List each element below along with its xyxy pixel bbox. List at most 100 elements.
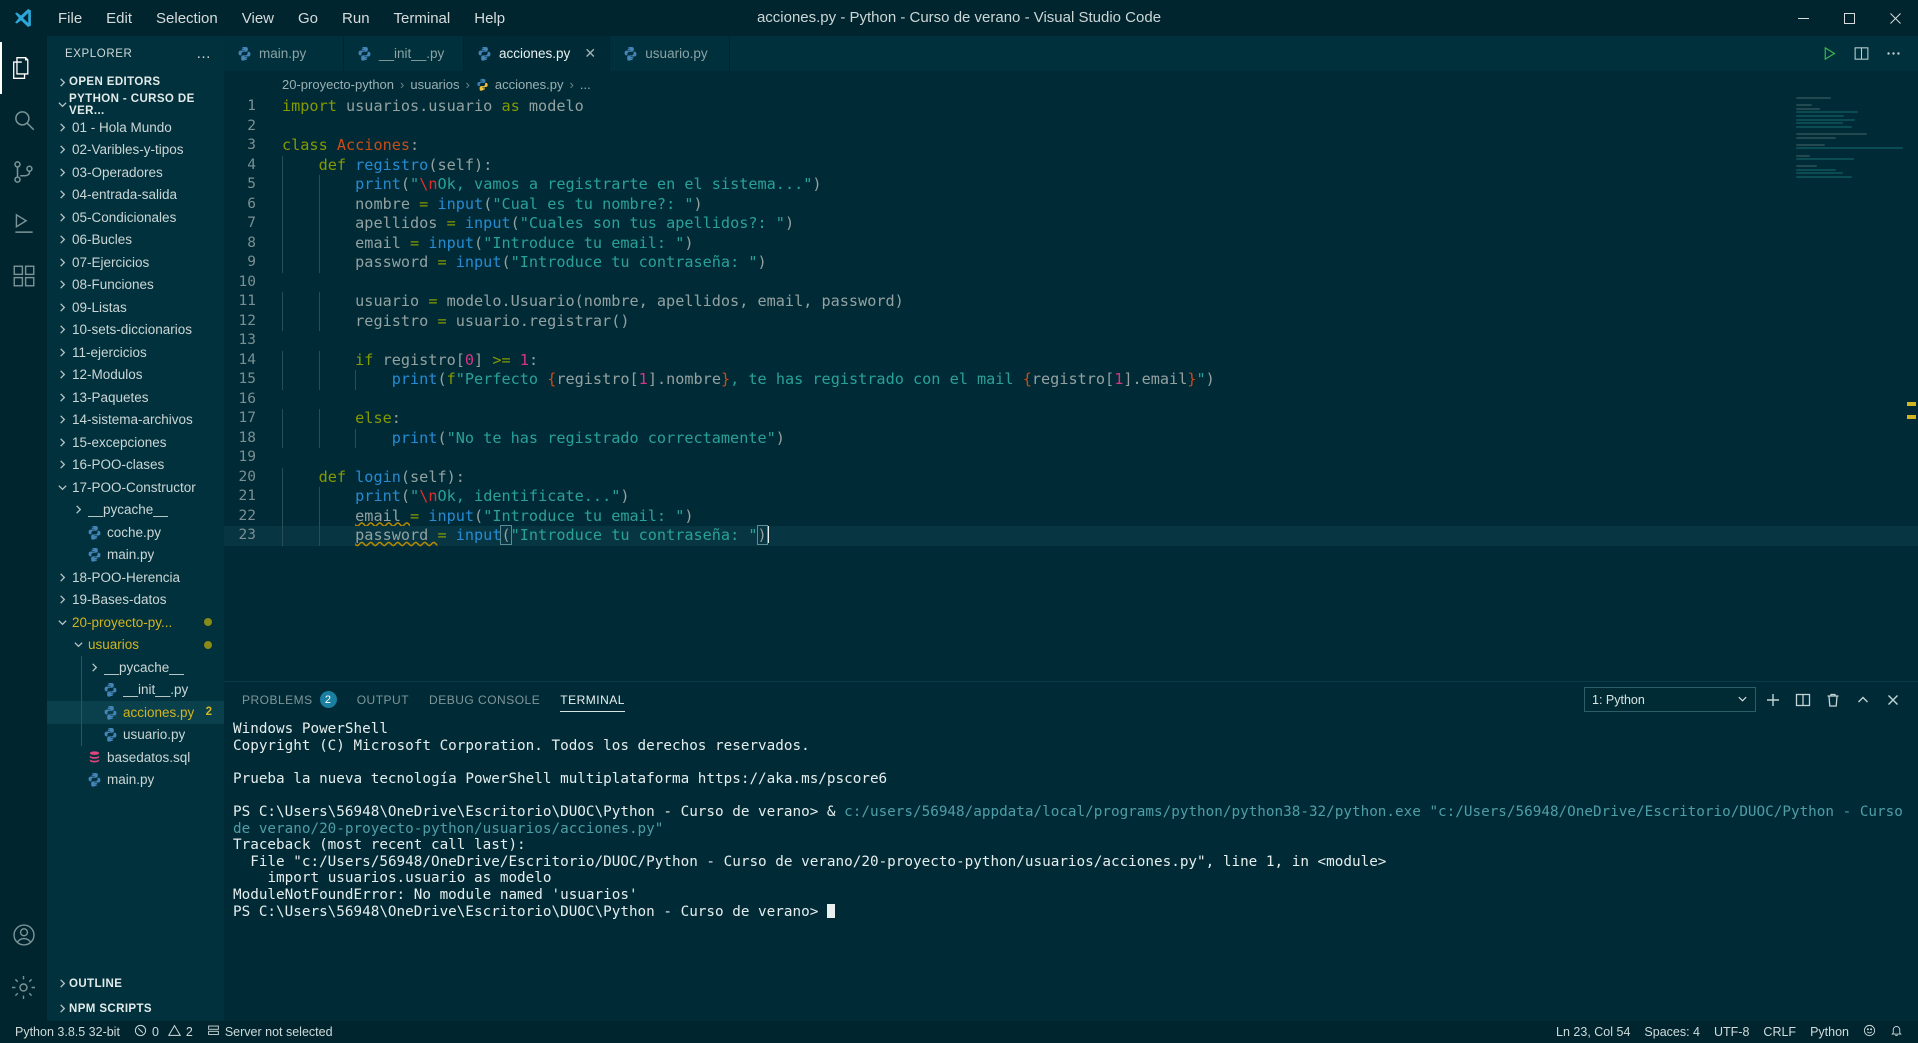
code-line[interactable]: 12 registro = usuario.registrar() xyxy=(224,311,1918,331)
tree-folder-__pycache__[interactable]: __pycache__ xyxy=(47,656,224,679)
menu-run[interactable]: Run xyxy=(330,6,382,31)
sidebar-section-outline[interactable]: OUTLINE xyxy=(47,971,224,996)
tab-acciones-py[interactable]: acciones.py ✕ xyxy=(464,36,611,71)
code-line[interactable]: 16 xyxy=(224,390,1918,410)
tree-folder-01---hola-mundo[interactable]: 01 - Hola Mundo xyxy=(47,116,224,139)
breadcrumb-item-file[interactable]: acciones.py xyxy=(495,77,564,92)
tree-file-usuario.py[interactable]: usuario.py xyxy=(47,723,224,746)
menu-terminal[interactable]: Terminal xyxy=(382,6,463,31)
code-line[interactable]: 18 print("No te has registrado correctam… xyxy=(224,428,1918,448)
activity-search-button[interactable] xyxy=(0,94,47,146)
tab-__init__-py[interactable]: __init__.py xyxy=(344,36,464,71)
activity-source-control-button[interactable] xyxy=(0,146,47,198)
menu-view[interactable]: View xyxy=(230,6,286,31)
tree-file-__init__.py[interactable]: __init__.py xyxy=(47,678,224,701)
code-line[interactable]: 23 password = input("Introduce tu contra… xyxy=(224,525,1918,546)
status-eol[interactable]: CRLF xyxy=(1756,1021,1803,1043)
code-line[interactable]: 14 if registro[0] >= 1: xyxy=(224,350,1918,370)
maximize-panel-button[interactable] xyxy=(1849,686,1876,713)
close-panel-button[interactable] xyxy=(1879,686,1906,713)
tab-usuario-py[interactable]: usuario.py xyxy=(610,36,731,71)
menu-file[interactable]: File xyxy=(46,6,94,31)
split-editor-button[interactable] xyxy=(1846,36,1876,71)
code-line[interactable]: 13 xyxy=(224,331,1918,351)
tree-folder-05-condicionales[interactable]: 05-Condicionales xyxy=(47,206,224,229)
code-line[interactable]: 5 print("\nOk, vamos a registrarte en el… xyxy=(224,175,1918,195)
status-language-mode[interactable]: Python xyxy=(1803,1021,1856,1043)
status-sql-server[interactable]: Server not selected xyxy=(200,1021,340,1043)
tree-file-acciones.py[interactable]: acciones.py 2 xyxy=(47,701,224,724)
code-line[interactable]: 21 print("\nOk, identificate...") xyxy=(224,487,1918,507)
tree-folder-19-bases-datos[interactable]: 19-Bases-datos xyxy=(47,589,224,612)
minimap[interactable] xyxy=(1794,97,1904,681)
breadcrumb[interactable]: 20-proyecto-python › usuarios › acciones… xyxy=(224,71,1918,97)
code-line[interactable]: 6 nombre = input("Cual es tu nombre?: ") xyxy=(224,194,1918,214)
tree-folder-11-ejercicios[interactable]: 11-ejercicios xyxy=(47,341,224,364)
tree-file-basedatos.sql[interactable]: basedatos.sql xyxy=(47,746,224,769)
sidebar-section-project-root[interactable]: PYTHON - CURSO DE VER... xyxy=(47,93,224,117)
code-line[interactable]: 1 import usuarios.usuario as modelo xyxy=(224,97,1918,117)
tree-folder-08-funciones[interactable]: 08-Funciones xyxy=(47,274,224,297)
status-cursor-position[interactable]: Ln 23, Col 54 xyxy=(1549,1021,1637,1043)
kill-terminal-button[interactable] xyxy=(1819,686,1846,713)
activity-accounts-button[interactable] xyxy=(0,909,47,961)
maximize-button[interactable] xyxy=(1826,0,1872,36)
tree-folder-06-bucles[interactable]: 06-Bucles xyxy=(47,229,224,252)
tree-folder-07-ejercicios[interactable]: 07-Ejercicios xyxy=(47,251,224,274)
tree-folder-09-listas[interactable]: 09-Listas xyxy=(47,296,224,319)
tree-folder-16-poo-clases[interactable]: 16-POO-clases xyxy=(47,454,224,477)
tree-file-main.py[interactable]: main.py xyxy=(47,544,224,567)
tree-folder-12-modulos[interactable]: 12-Modulos xyxy=(47,364,224,387)
status-encoding[interactable]: UTF-8 xyxy=(1707,1021,1756,1043)
split-terminal-button[interactable] xyxy=(1789,686,1816,713)
activity-settings-button[interactable] xyxy=(0,961,47,1013)
tab-close-icon[interactable]: ✕ xyxy=(583,45,597,62)
status-feedback[interactable] xyxy=(1856,1021,1883,1043)
code-line[interactable]: 11 usuario = modelo.Usuario(nombre, apel… xyxy=(224,292,1918,312)
status-notifications[interactable] xyxy=(1883,1021,1910,1043)
code-editor[interactable]: 1 import usuarios.usuario as modelo 2 3 clas… xyxy=(224,97,1918,681)
file-tree[interactable]: 01 - Hola Mundo 02-Varibles-y-tipos 03-Ope… xyxy=(47,116,224,791)
code-line[interactable]: 9 password = input("Introduce tu contras… xyxy=(224,253,1918,273)
tree-folder-18-poo-herencia[interactable]: 18-POO-Herencia xyxy=(47,566,224,589)
close-button[interactable] xyxy=(1872,0,1918,36)
sidebar-more-actions-button[interactable]: … xyxy=(196,45,212,62)
sidebar-tree[interactable]: OPEN EDITORS PYTHON - CURSO DE VER... 01… xyxy=(47,71,224,971)
tab-debug-console[interactable]: DEBUG CONSOLE xyxy=(419,682,550,717)
code-lines[interactable]: 1 import usuarios.usuario as modelo 2 3 clas… xyxy=(224,97,1918,681)
status-python-interpreter[interactable]: Python 3.8.5 32-bit xyxy=(8,1021,127,1043)
tree-folder-20-proyecto-py...[interactable]: 20-proyecto-py... xyxy=(47,611,224,634)
activity-extensions-button[interactable] xyxy=(0,250,47,302)
new-terminal-button[interactable] xyxy=(1759,686,1786,713)
menu-selection[interactable]: Selection xyxy=(144,6,230,31)
breadcrumb-item-symbol[interactable]: ... xyxy=(580,77,591,92)
code-line[interactable]: 7 apellidos = input("Cuales son tus apel… xyxy=(224,214,1918,234)
code-line[interactable]: 4 def registro(self): xyxy=(224,155,1918,175)
tree-folder-15-excepciones[interactable]: 15-excepciones xyxy=(47,431,224,454)
menu-edit[interactable]: Edit xyxy=(94,6,144,31)
status-errors-warnings[interactable]: 0 2 xyxy=(127,1021,200,1043)
code-line[interactable]: 10 xyxy=(224,273,1918,293)
sidebar-section-npm-scripts[interactable]: NPM SCRIPTS xyxy=(47,996,224,1021)
tree-folder-13-paquetes[interactable]: 13-Paquetes xyxy=(47,386,224,409)
code-line[interactable]: 2 xyxy=(224,117,1918,137)
tree-folder-17-poo-constructor[interactable]: 17-POO-Constructor xyxy=(47,476,224,499)
tree-folder-02-varibles-y-tipos[interactable]: 02-Varibles-y-tipos xyxy=(47,139,224,162)
editor-more-actions-button[interactable] xyxy=(1878,36,1908,71)
status-indentation[interactable]: Spaces: 4 xyxy=(1637,1021,1707,1043)
code-line[interactable]: 15 print(f"Perfecto {registro[1].nombre}… xyxy=(224,370,1918,390)
activity-run-debug-button[interactable] xyxy=(0,198,47,250)
breadcrumb-item-folder[interactable]: usuarios xyxy=(410,77,459,92)
code-line[interactable]: 17 else: xyxy=(224,409,1918,429)
tab-output[interactable]: OUTPUT xyxy=(347,682,419,717)
tree-folder-03-operadores[interactable]: 03-Operadores xyxy=(47,161,224,184)
tab-problems[interactable]: PROBLEMS 2 xyxy=(232,682,347,717)
tree-file-coche.py[interactable]: coche.py xyxy=(47,521,224,544)
code-line[interactable]: 19 xyxy=(224,448,1918,468)
menu-go[interactable]: Go xyxy=(286,6,330,31)
terminal-output[interactable]: Windows PowerShell Copyright (C) Microsof… xyxy=(224,717,1918,1021)
minimize-button[interactable] xyxy=(1780,0,1826,36)
menu-help[interactable]: Help xyxy=(462,6,517,31)
tree-folder-04-entrada-salida[interactable]: 04-entrada-salida xyxy=(47,184,224,207)
terminal-select[interactable]: 1: Python xyxy=(1584,687,1756,712)
